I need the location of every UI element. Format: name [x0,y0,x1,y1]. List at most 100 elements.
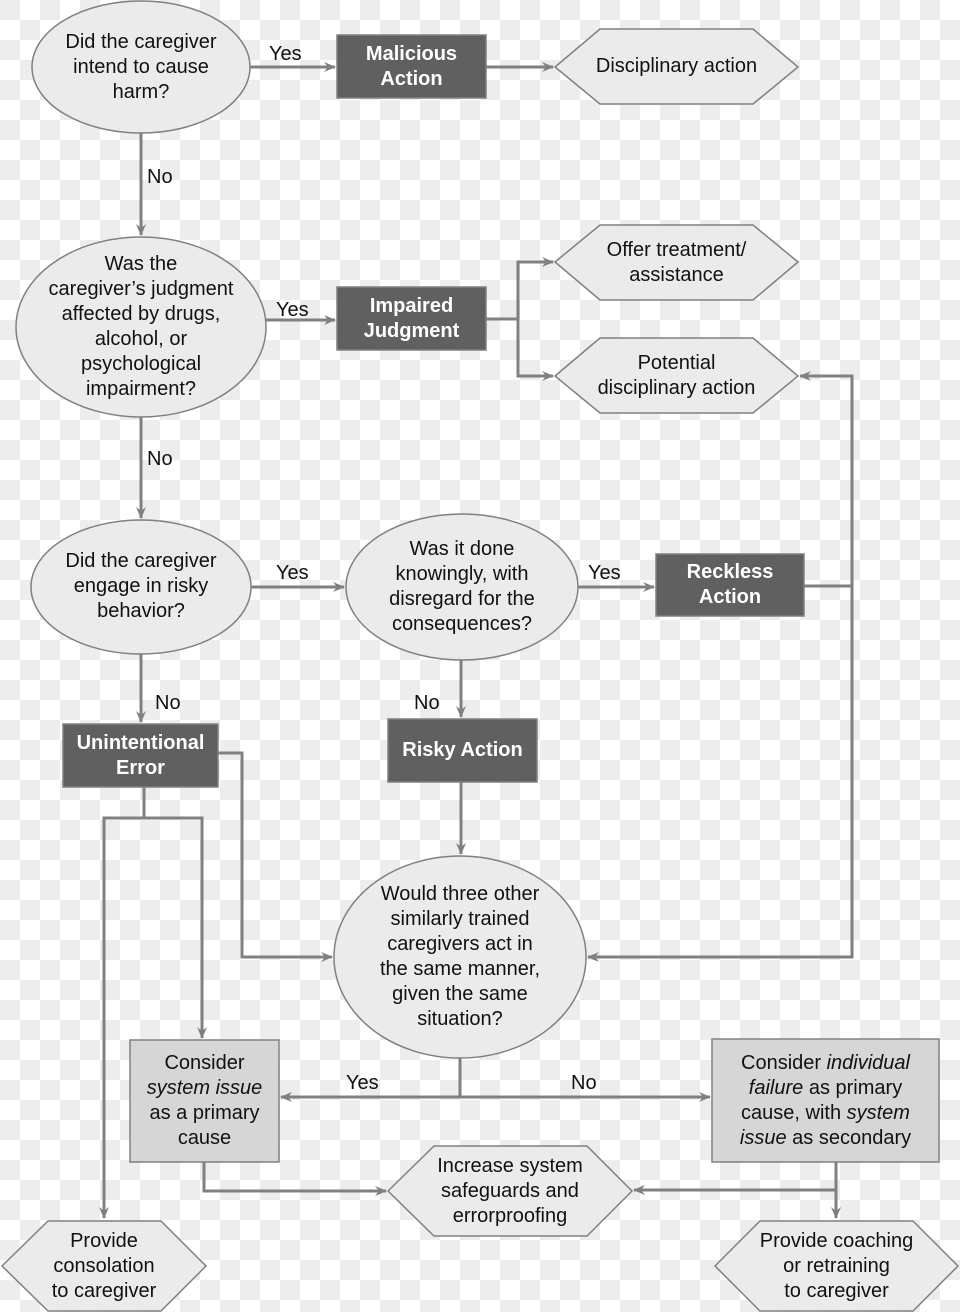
node-text: Increase system safeguards and errorproofi… [437,1154,583,1229]
node-text: Provide coaching or retraining to caregive… [760,1229,913,1304]
outcome-unintentional-error: Unintentional Error [63,724,218,787]
node-text-line: system issue [146,1077,263,1099]
node-text-line: Action [380,67,443,90]
edge-reckless-three [587,586,854,962]
edge-reckless-potential [799,371,854,588]
edge-label-risky-yes: Yes [276,562,309,584]
edge-unintentional-system [142,787,207,1039]
node-text-line: caregivers act in [387,933,533,955]
node-text-line: safeguards and [441,1179,579,1202]
node-text-line: to caregiver [784,1279,889,1302]
node-text: Did the caregiver intend to cause harm? [65,30,216,105]
decision-impaired-judgment: Was the caregiver’s judgment affected by d… [16,237,266,417]
node-text: Risky Action [402,738,522,763]
edge-label-three-no: No [571,1072,597,1094]
node-text-line: caregiver’s judgment [48,278,234,300]
node-text-line: cause, with system [741,1101,910,1124]
node-text-line: Would three other [380,883,540,905]
node-text-line: Risky Action [402,739,523,761]
outcome-risky-action: Risky Action [388,719,537,782]
node-text-line: knowingly, with [395,563,529,585]
edge-system-increase [202,1162,387,1196]
outcome-malicious-action: Malicious Action [337,35,486,98]
decision-intent: Did the caregiver intend to cause harm? [32,1,250,133]
node-text-line: Did the caregiver [65,30,217,53]
node-text-line: Offer treatment/ [606,238,747,261]
node-text-line: Consider [164,1052,245,1074]
node-text-line: the same manner, [379,958,541,980]
node-text-line: behavior? [97,600,185,622]
node-text-line: engage in risky [73,575,209,597]
edge-label-intent-no: No [147,166,173,188]
node-text-line: Was it done [409,538,515,560]
node-text: Was the caregiver’s judgment affected by d… [49,252,234,402]
node-text-line: to caregiver [51,1279,157,1302]
edge-label-impaired-yes: Yes [276,299,309,321]
edge-label-three-yes: Yes [346,1072,379,1094]
edge-label-intent-yes: Yes [269,43,302,65]
node-text: Consider individual failure as primary cau… [740,1051,911,1151]
node-text-line: assistance [629,263,724,286]
node-text-line: Consider individual [741,1051,910,1074]
edge-label-risky-no: No [155,692,181,714]
node-text-line: Did the caregiver [65,550,217,572]
edge-impaired-offer [486,257,554,321]
node-text-line: affected by drugs, [61,303,221,325]
node-text-line: Unintentional [76,731,205,754]
node-text-line: Reckless [686,561,774,583]
node-text-line: or retraining [783,1254,890,1277]
node-text-line: Judgment [363,319,460,342]
edge-label-knowingly-no: No [414,692,440,714]
action-potential-disciplinary: Potential disciplinary action [555,338,798,413]
outcome-impaired-judgment: Impaired Judgment [337,287,486,350]
action-provide-consolation: Provide consolation to caregiver [2,1221,206,1311]
consider-individual-failure: Consider individual failure as primary cau… [712,1039,939,1162]
node-text: Consider system issue as a primary cause [147,1051,263,1151]
node-text-line: consequences? [391,613,533,635]
node-text: Potential disciplinary action [598,351,756,401]
node-text-line: Disciplinary action [595,55,758,77]
decision-knowingly: Was it done knowingly, with disregard for … [346,514,578,660]
node-text-line: Potential [637,351,716,374]
consider-system-issue: Consider system issue as a primary cause [130,1040,279,1162]
node-text-line: impairment? [85,378,197,400]
node-text-line: given the same [392,983,528,1005]
node-text-line: Impaired [369,294,454,317]
node-text-line: situation? [417,1008,503,1030]
node-text: Impaired Judgment [364,294,460,344]
node-text-line: issue as secondary [739,1126,912,1149]
node-text: Offer treatment/assistance [607,238,747,288]
node-text-line: cause [177,1127,232,1149]
node-text: Was it done knowingly, with disregard for … [389,537,535,637]
edge-label-knowingly-yes: Yes [588,562,621,584]
node-text: Disciplinary action [596,54,757,79]
edge-impaired-potential [516,319,554,381]
node-text-line: Provide [70,1229,138,1252]
decision-three-others: Would three other similarly trained caregi… [334,864,586,1050]
node-text-line: alcohol, or [94,328,188,350]
node-text-line: psychological [80,353,202,375]
node-text-line: intend to cause [73,55,209,78]
node-text: Reckless Action [687,560,774,610]
action-offer-treatment: Offer treatment/assistance [555,225,798,300]
node-text-line: Action [698,586,762,608]
node-text-line: Provide coaching [759,1229,914,1252]
node-text-line: disregard for the [389,588,535,610]
action-provide-coaching: Provide coaching or retraining to caregive… [715,1221,958,1311]
node-text-line: harm? [112,80,170,103]
node-text: Would three other similarly trained caregi… [380,882,540,1032]
node-text-line: errorproofing [452,1204,568,1227]
node-text-line: similarly trained [390,908,530,930]
action-disciplinary: Disciplinary action [555,29,798,104]
node-text: Malicious Action [366,42,457,92]
node-text-line: failure as primary [748,1076,903,1099]
edge-unintentional-three [218,751,333,962]
node-text-line: Was the [104,253,178,275]
node-text-line: as a primary [149,1102,260,1124]
edge-label-impaired-no: No [147,448,173,470]
action-increase-safeguards: Increase system safeguards and errorproofi… [388,1146,632,1236]
outcome-reckless-action: Reckless Action [656,554,804,616]
decision-risky-behavior: Did the caregiver engage in risky behavior… [31,520,251,653]
node-text-line: Error [116,756,165,779]
node-text-line: Malicious [365,42,458,65]
